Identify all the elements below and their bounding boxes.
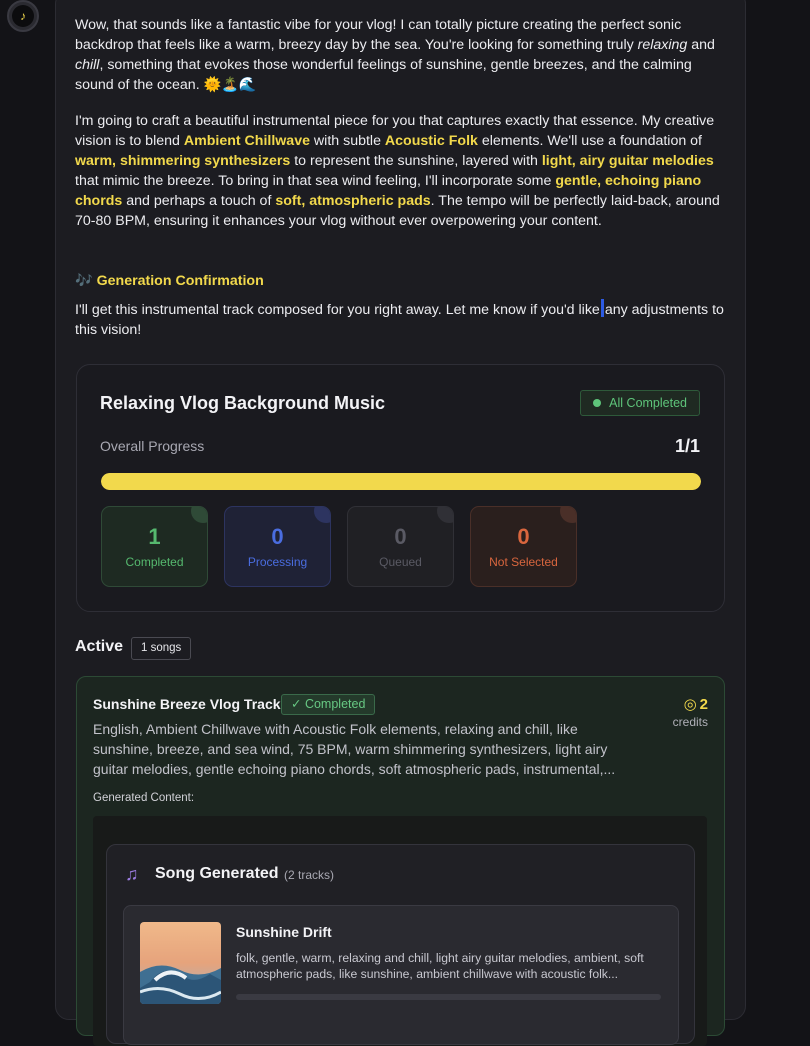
stat-completed: 1 Completed <box>101 506 208 587</box>
active-count-badge: 1 songs <box>131 637 192 660</box>
stat-queued: 0 Queued <box>347 506 454 587</box>
tracks-count: (2 tracks) <box>284 868 335 882</box>
progress-title: Relaxing Vlog Background Music <box>100 393 386 413</box>
stat-processing: 0 Processing <box>224 506 331 587</box>
track-title: Sunshine Drift <box>236 924 332 940</box>
song-status-badge: ✓ Completed <box>281 694 376 715</box>
coins-icon: ◎ <box>683 696 697 713</box>
song-generated-card: ♫ Song Generated (2 tracks) Sunshine Dri… <box>106 844 695 1045</box>
assistant-avatar: ♪ <box>7 0 39 32</box>
status-dot-icon <box>593 399 602 407</box>
song-generated-title: Song Generated <box>155 865 279 882</box>
generated-content-box: ♫ Song Generated (2 tracks) Sunshine Dri… <box>93 816 707 1046</box>
message-paragraph-1: Wow, that sounds like a fantastic vibe f… <box>75 17 715 93</box>
song-title: Sunshine Breeze Vlog Track <box>93 696 281 712</box>
text-cursor <box>600 299 604 317</box>
track-item[interactable]: Sunshine Drift folk, gentle, warm, relax… <box>123 905 679 1045</box>
message-paragraph-3: I'll get this instrumental track compose… <box>75 299 725 340</box>
credits-display: ◎ 2 credits <box>672 696 708 729</box>
music-note-icon: ♫ <box>125 864 139 884</box>
music-notes-icon: 🎶 <box>75 273 93 289</box>
track-tags: folk, gentle, warm, relaxing and chill, … <box>236 951 644 981</box>
generated-content-label: Generated Content: <box>93 792 195 804</box>
progress-card: Relaxing Vlog Background Music All Compl… <box>76 364 725 612</box>
progress-bar-fill <box>101 473 701 490</box>
overall-progress-label: Overall Progress <box>100 438 205 454</box>
status-badge: All Completed <box>580 390 700 416</box>
overall-progress-count: 1/1 <box>674 436 700 456</box>
stat-not-selected: 0 Not Selected <box>470 506 577 587</box>
message-paragraph-2: I'm going to craft a beautiful instrumen… <box>75 113 720 229</box>
active-section-title: Active <box>75 638 124 655</box>
track-player-bar[interactable] <box>236 994 661 1000</box>
progress-bar <box>101 473 701 490</box>
music-note-icon: ♪ <box>12 5 34 27</box>
track-cover-image <box>140 922 221 1004</box>
generation-confirmation-heading: 🎶 Generation Confirmation <box>75 273 264 289</box>
song-description: English, Ambient Chillwave with Acoustic… <box>93 721 616 777</box>
song-card[interactable]: Sunshine Breeze Vlog Track ✓ Completed ◎… <box>76 676 725 1046</box>
